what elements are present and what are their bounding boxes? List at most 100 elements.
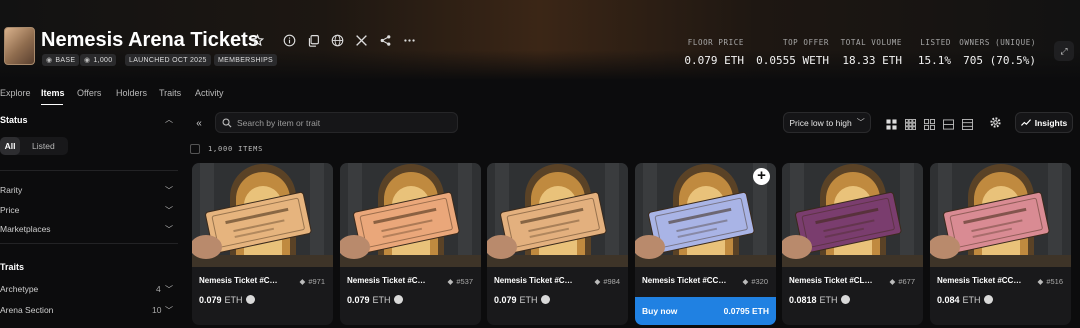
table-view-icon[interactable] (943, 117, 954, 130)
chevron-down-icon: ﹀ (856, 118, 865, 127)
ticket-image (930, 163, 1071, 267)
ticket-image (487, 163, 628, 267)
tab-explore[interactable]: Explore (0, 88, 31, 98)
trait-arena-section[interactable]: Arena Section (0, 305, 53, 315)
item-name: Nemesis Ticket #C… (199, 276, 278, 285)
item-number: ◆ #677 (889, 277, 915, 286)
chevron-down-icon[interactable]: ﹀ (165, 185, 173, 196)
status-listed-option[interactable]: Listed (32, 141, 55, 151)
search-bar (215, 112, 458, 133)
status-all-option[interactable]: All (0, 137, 20, 155)
stat-total-volume: TOTAL VOLUME 18.33 ETH (840, 38, 902, 67)
item-price: 0.084 ETH (937, 295, 993, 305)
buy-now-button[interactable]: Buy now 0.0795 ETH (635, 297, 776, 325)
item-card[interactable]: Nemesis Ticket #CC… ◆ #516 0.084 ETH (930, 163, 1071, 325)
eth-icon (393, 295, 403, 304)
gear-icon[interactable] (989, 116, 1002, 129)
diamond-icon: ◆ (299, 277, 306, 286)
item-name: Nemesis Ticket #C… (347, 276, 426, 285)
item-name: Nemesis Ticket #CL… (789, 276, 873, 285)
stat-listed: LISTED 15.1% (917, 38, 951, 67)
tab-holders[interactable]: Holders (116, 88, 147, 98)
category-badge: MEMBERSHIPS (214, 54, 278, 66)
item-name: Nemesis Ticket #CC… (642, 276, 727, 285)
insights-button[interactable]: Insights (1015, 112, 1073, 133)
item-name: Nemesis Ticket #C… (494, 276, 573, 285)
eth-icon (245, 295, 255, 304)
globe-icon[interactable] (329, 32, 345, 48)
grid-compact-view-icon[interactable] (924, 117, 935, 130)
item-price: 0.079 ETH (199, 295, 255, 305)
item-card[interactable]: Nemesis Ticket #C… ◆ #971 0.079 ETH (192, 163, 333, 325)
star-icon[interactable] (249, 32, 265, 48)
search-icon (222, 117, 232, 127)
filter-price[interactable]: Price (0, 205, 19, 215)
info-icon[interactable] (281, 32, 297, 48)
search-input[interactable] (237, 117, 437, 128)
x-twitter-icon[interactable] (353, 32, 369, 48)
traits-heading: Traits (0, 262, 25, 272)
expand-icon[interactable]: ⤢ (1054, 41, 1074, 61)
filter-marketplaces[interactable]: Marketplaces (0, 224, 51, 234)
item-price: 0.079 ETH (347, 295, 403, 305)
ticket-image (192, 163, 333, 267)
ticket-image (782, 163, 923, 267)
active-tab-indicator (41, 104, 63, 105)
chevron-down-icon[interactable]: ﹀ (165, 284, 173, 295)
eth-icon (983, 295, 993, 304)
eth-icon (540, 295, 550, 304)
share-icon[interactable] (377, 32, 393, 48)
item-name: Nemesis Ticket #CC… (937, 276, 1022, 285)
more-options-icon[interactable] (401, 32, 417, 48)
tab-items[interactable]: Items (41, 88, 65, 98)
collection-logo (4, 27, 35, 65)
sort-dropdown[interactable]: Price low to high ﹀ (783, 112, 871, 133)
tab-activity[interactable]: Activity (195, 88, 224, 98)
status-filter-heading[interactable]: Status (0, 115, 28, 125)
sort-label: Price low to high (789, 117, 852, 128)
item-number: ◆ #984 (594, 277, 620, 286)
collapse-sidebar-icon[interactable]: « (190, 114, 208, 132)
supply-badge: ◉ 1,000 (80, 54, 117, 66)
chevron-down-icon[interactable]: ﹀ (165, 224, 173, 235)
chevron-up-icon[interactable]: ︿ (165, 114, 173, 125)
filter-rarity[interactable]: Rarity (0, 185, 22, 195)
item-number: ◆ #516 (1037, 277, 1063, 286)
items-count: 1,000 ITEMS (208, 145, 264, 153)
chain-badge: ◉ BASE (42, 54, 80, 66)
stat-top-offer: TOP OFFER 0.0555 WETH (756, 38, 829, 67)
eth-icon (840, 295, 850, 304)
diamond-icon: ◆ (889, 277, 896, 286)
chevron-down-icon[interactable]: ﹀ (165, 205, 173, 216)
chevron-down-icon[interactable]: ﹀ (165, 305, 173, 316)
tab-traits[interactable]: Traits (159, 88, 181, 98)
item-card[interactable]: Nemesis Ticket #CL… ◆ #677 0.0818 ETH (782, 163, 923, 325)
item-card[interactable]: + Nemesis Ticket #CC… ◆ #320 Buy now 0.0795 E… (635, 163, 776, 325)
tab-offers[interactable]: Offers (77, 88, 101, 98)
item-card[interactable]: Nemesis Ticket #C… ◆ #984 0.079 ETH (487, 163, 628, 325)
diamond-icon: ◆ (594, 277, 601, 286)
trend-icon (1020, 119, 1031, 126)
copy-icon[interactable] (305, 32, 321, 48)
item-number: ◆ #320 (742, 277, 768, 286)
trait-arena-section-count: 10 (152, 305, 162, 315)
diamond-icon: ◆ (447, 277, 454, 286)
sidebar-divider (0, 243, 178, 244)
diamond-icon: ◆ (742, 277, 749, 286)
item-card[interactable]: Nemesis Ticket #C… ◆ #537 0.079 ETH (340, 163, 481, 325)
item-price: 0.0818 ETH (789, 295, 850, 305)
grid-small-view-icon[interactable] (905, 117, 916, 130)
item-price: 0.079 ETH (494, 295, 550, 305)
ticket-image (340, 163, 481, 267)
trait-archetype-count: 4 (156, 284, 161, 294)
add-to-cart-icon[interactable]: + (753, 168, 770, 185)
trait-archetype[interactable]: Archetype (0, 284, 38, 294)
list-view-icon[interactable] (962, 117, 973, 130)
stat-floor-price: FLOOR PRICE 0.079 ETH (684, 38, 744, 67)
select-all-checkbox[interactable] (190, 144, 200, 154)
collection-title: Nemesis Arena Tickets (41, 29, 259, 51)
diamond-icon: ◆ (1037, 277, 1044, 286)
launch-badge: LAUNCHED OCT 2025 (125, 54, 211, 66)
grid-large-view-icon[interactable] (886, 117, 897, 130)
stat-owners: OWNERS (UNIQUE) 705 (70.5%) (959, 38, 1036, 67)
